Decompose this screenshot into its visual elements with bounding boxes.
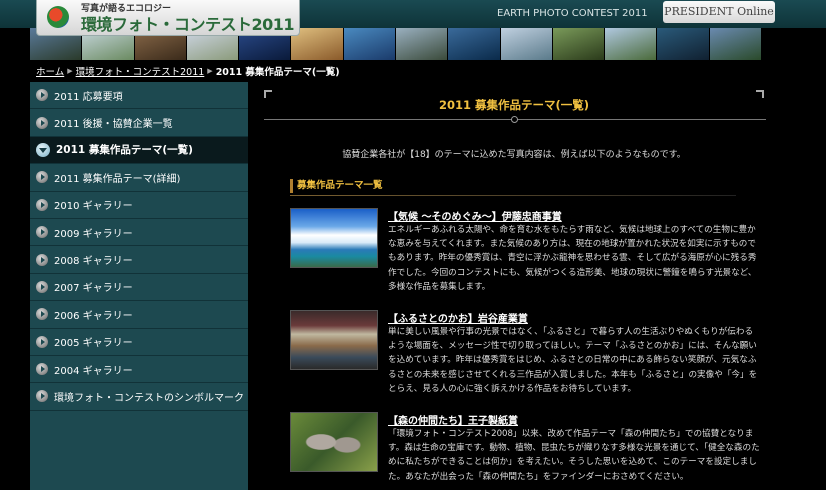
strip-photo [500, 28, 553, 60]
theme-description: 「環境フォト・コンテスト2008」以来、改めて作品テーマ「森の仲間たち」での協賛… [388, 429, 760, 482]
arrow-circle-icon [36, 363, 48, 376]
breadcrumb-arrow-icon: ▶ [207, 67, 213, 75]
main-content: 2011 募集作品テーマ(一覧) 協賛企業各社が【18】のテーマに込めた写真内容… [248, 82, 780, 490]
breadcrumb-home-link[interactable]: ホーム [36, 64, 64, 78]
theme-title-link[interactable]: 【気候 ～そのめぐみ～】伊藤忠商事賞 [388, 208, 562, 223]
sidebar-item-2008-gallery[interactable]: 2008 ギャラリー [30, 246, 248, 274]
sidebar-nav: 2011 応募要項 2011 後援・協賛企業一覧 2011 募集作品テーマ(一覧… [30, 82, 248, 490]
arrow-circle-icon [36, 171, 48, 184]
arrow-circle-icon [36, 308, 48, 321]
arrow-circle-icon [36, 89, 48, 102]
theme-photo-hometown[interactable] [290, 310, 378, 370]
theme-title-link[interactable]: 【森の仲間たち】王子製紙賞 [388, 412, 518, 427]
sidebar-item-label: 2011 募集作品テーマ(一覧) [56, 144, 193, 157]
theme-description: エネルギーあふれる太陽や、命を育む水をもたらす雨など、気候は地球上のすべての生物… [388, 225, 757, 292]
breadcrumb-contest-link[interactable]: 環境フォト・コンテスト2011 [76, 64, 205, 78]
strip-photo [552, 28, 606, 60]
sidebar-item-symbol-mark[interactable]: 環境フォト・コンテストのシンボルマーク [30, 383, 248, 411]
sidebar-item-label: 2006 ギャラリー [54, 310, 133, 322]
sidebar-item-2009-gallery[interactable]: 2009 ギャラリー [30, 219, 248, 247]
arrow-circle-icon [36, 116, 48, 129]
logo-title: 環境フォト・コンテスト2011 [81, 15, 295, 34]
sidebar-item-2007-gallery[interactable]: 2007 ギャラリー [30, 274, 248, 302]
sidebar-item-label: 環境フォト・コンテストのシンボルマーク [54, 392, 244, 404]
breadcrumb: ホーム ▶ 環境フォト・コンテスト2011 ▶ 2011 募集作品テーマ(一覧) [30, 62, 780, 80]
theme-photo-owls[interactable] [290, 412, 378, 472]
theme-title-link[interactable]: 【ふるさとのかお】岩谷産業賞 [388, 310, 528, 325]
president-online-link[interactable]: PRESIDENT Online [663, 1, 775, 23]
sidebar-item-label: 2011 後援・協賛企業一覧 [54, 119, 173, 131]
sidebar-item-label: 2010 ギャラリー [54, 201, 133, 213]
strip-photo [448, 28, 501, 60]
sidebar-item-label: 2011 募集作品テーマ(詳細) [54, 173, 181, 185]
sidebar-item-label: 2011 応募要項 [54, 91, 123, 103]
sidebar-item-label: 2009 ギャラリー [54, 228, 133, 240]
sidebar-item-2011-sponsors[interactable]: 2011 後援・協賛企業一覧 [30, 109, 248, 137]
page-title: 2011 募集作品テーマ(一覧) [438, 98, 590, 112]
arrow-circle-icon [36, 335, 48, 348]
sidebar-item-label: 2004 ギャラリー [54, 365, 133, 377]
theme-photo-sky-sea[interactable] [290, 208, 378, 268]
strip-photo [395, 28, 449, 60]
sidebar-item-label: 2007 ギャラリー [54, 283, 133, 295]
arrow-down-circle-icon [36, 142, 50, 157]
arrow-circle-icon [36, 253, 48, 266]
heading-divider [290, 195, 736, 196]
intro-text: 協賛企業各社が【18】のテーマに込めた写真内容は、例えば以下のようなものです。 [342, 150, 686, 160]
sidebar-item-label: 2005 ギャラリー [54, 338, 133, 350]
sidebar-item-label: 2008 ギャラリー [54, 256, 133, 268]
arrow-circle-icon [36, 226, 48, 239]
sidebar-item-2010-gallery[interactable]: 2010 ギャラリー [30, 192, 248, 219]
sidebar-item-2006-gallery[interactable]: 2006 ギャラリー [30, 301, 248, 329]
sidebar-item-2011-themes-list[interactable]: 2011 募集作品テーマ(一覧) [30, 136, 248, 165]
breadcrumb-arrow-icon: ▶ [67, 67, 73, 75]
title-divider-dot [511, 116, 518, 123]
theme-list-heading: 募集作品テーマ一覧 [290, 179, 736, 193]
site-logo[interactable]: 写真が語るエコロジー 環境フォト・コンテスト2011 [36, 0, 300, 36]
breadcrumb-current: 2011 募集作品テーマ(一覧) [215, 67, 340, 78]
strip-photo [605, 28, 658, 60]
strip-photo [657, 28, 710, 60]
arrow-circle-icon [36, 198, 48, 211]
sidebar-item-2011-themes-detail[interactable]: 2011 募集作品テーマ(詳細) [30, 164, 248, 192]
sidebar-item-2005-gallery[interactable]: 2005 ギャラリー [30, 329, 248, 356]
theme-description: 単に美しい風景や行事の光景ではなく、「ふるさと」で暮らす人の生活ぶりやぬくもりが… [388, 327, 758, 394]
eco-globe-icon [47, 6, 69, 28]
strip-photo [709, 28, 762, 60]
sidebar-item-2011-guidelines[interactable]: 2011 応募要項 [30, 82, 248, 110]
earth-photo-contest-label: EARTH PHOTO CONTEST 2011 [497, 8, 648, 19]
arrow-circle-icon [36, 390, 48, 403]
strip-photo [343, 28, 396, 60]
arrow-circle-icon [36, 280, 48, 293]
sidebar-item-2004-gallery[interactable]: 2004 ギャラリー [30, 356, 248, 384]
